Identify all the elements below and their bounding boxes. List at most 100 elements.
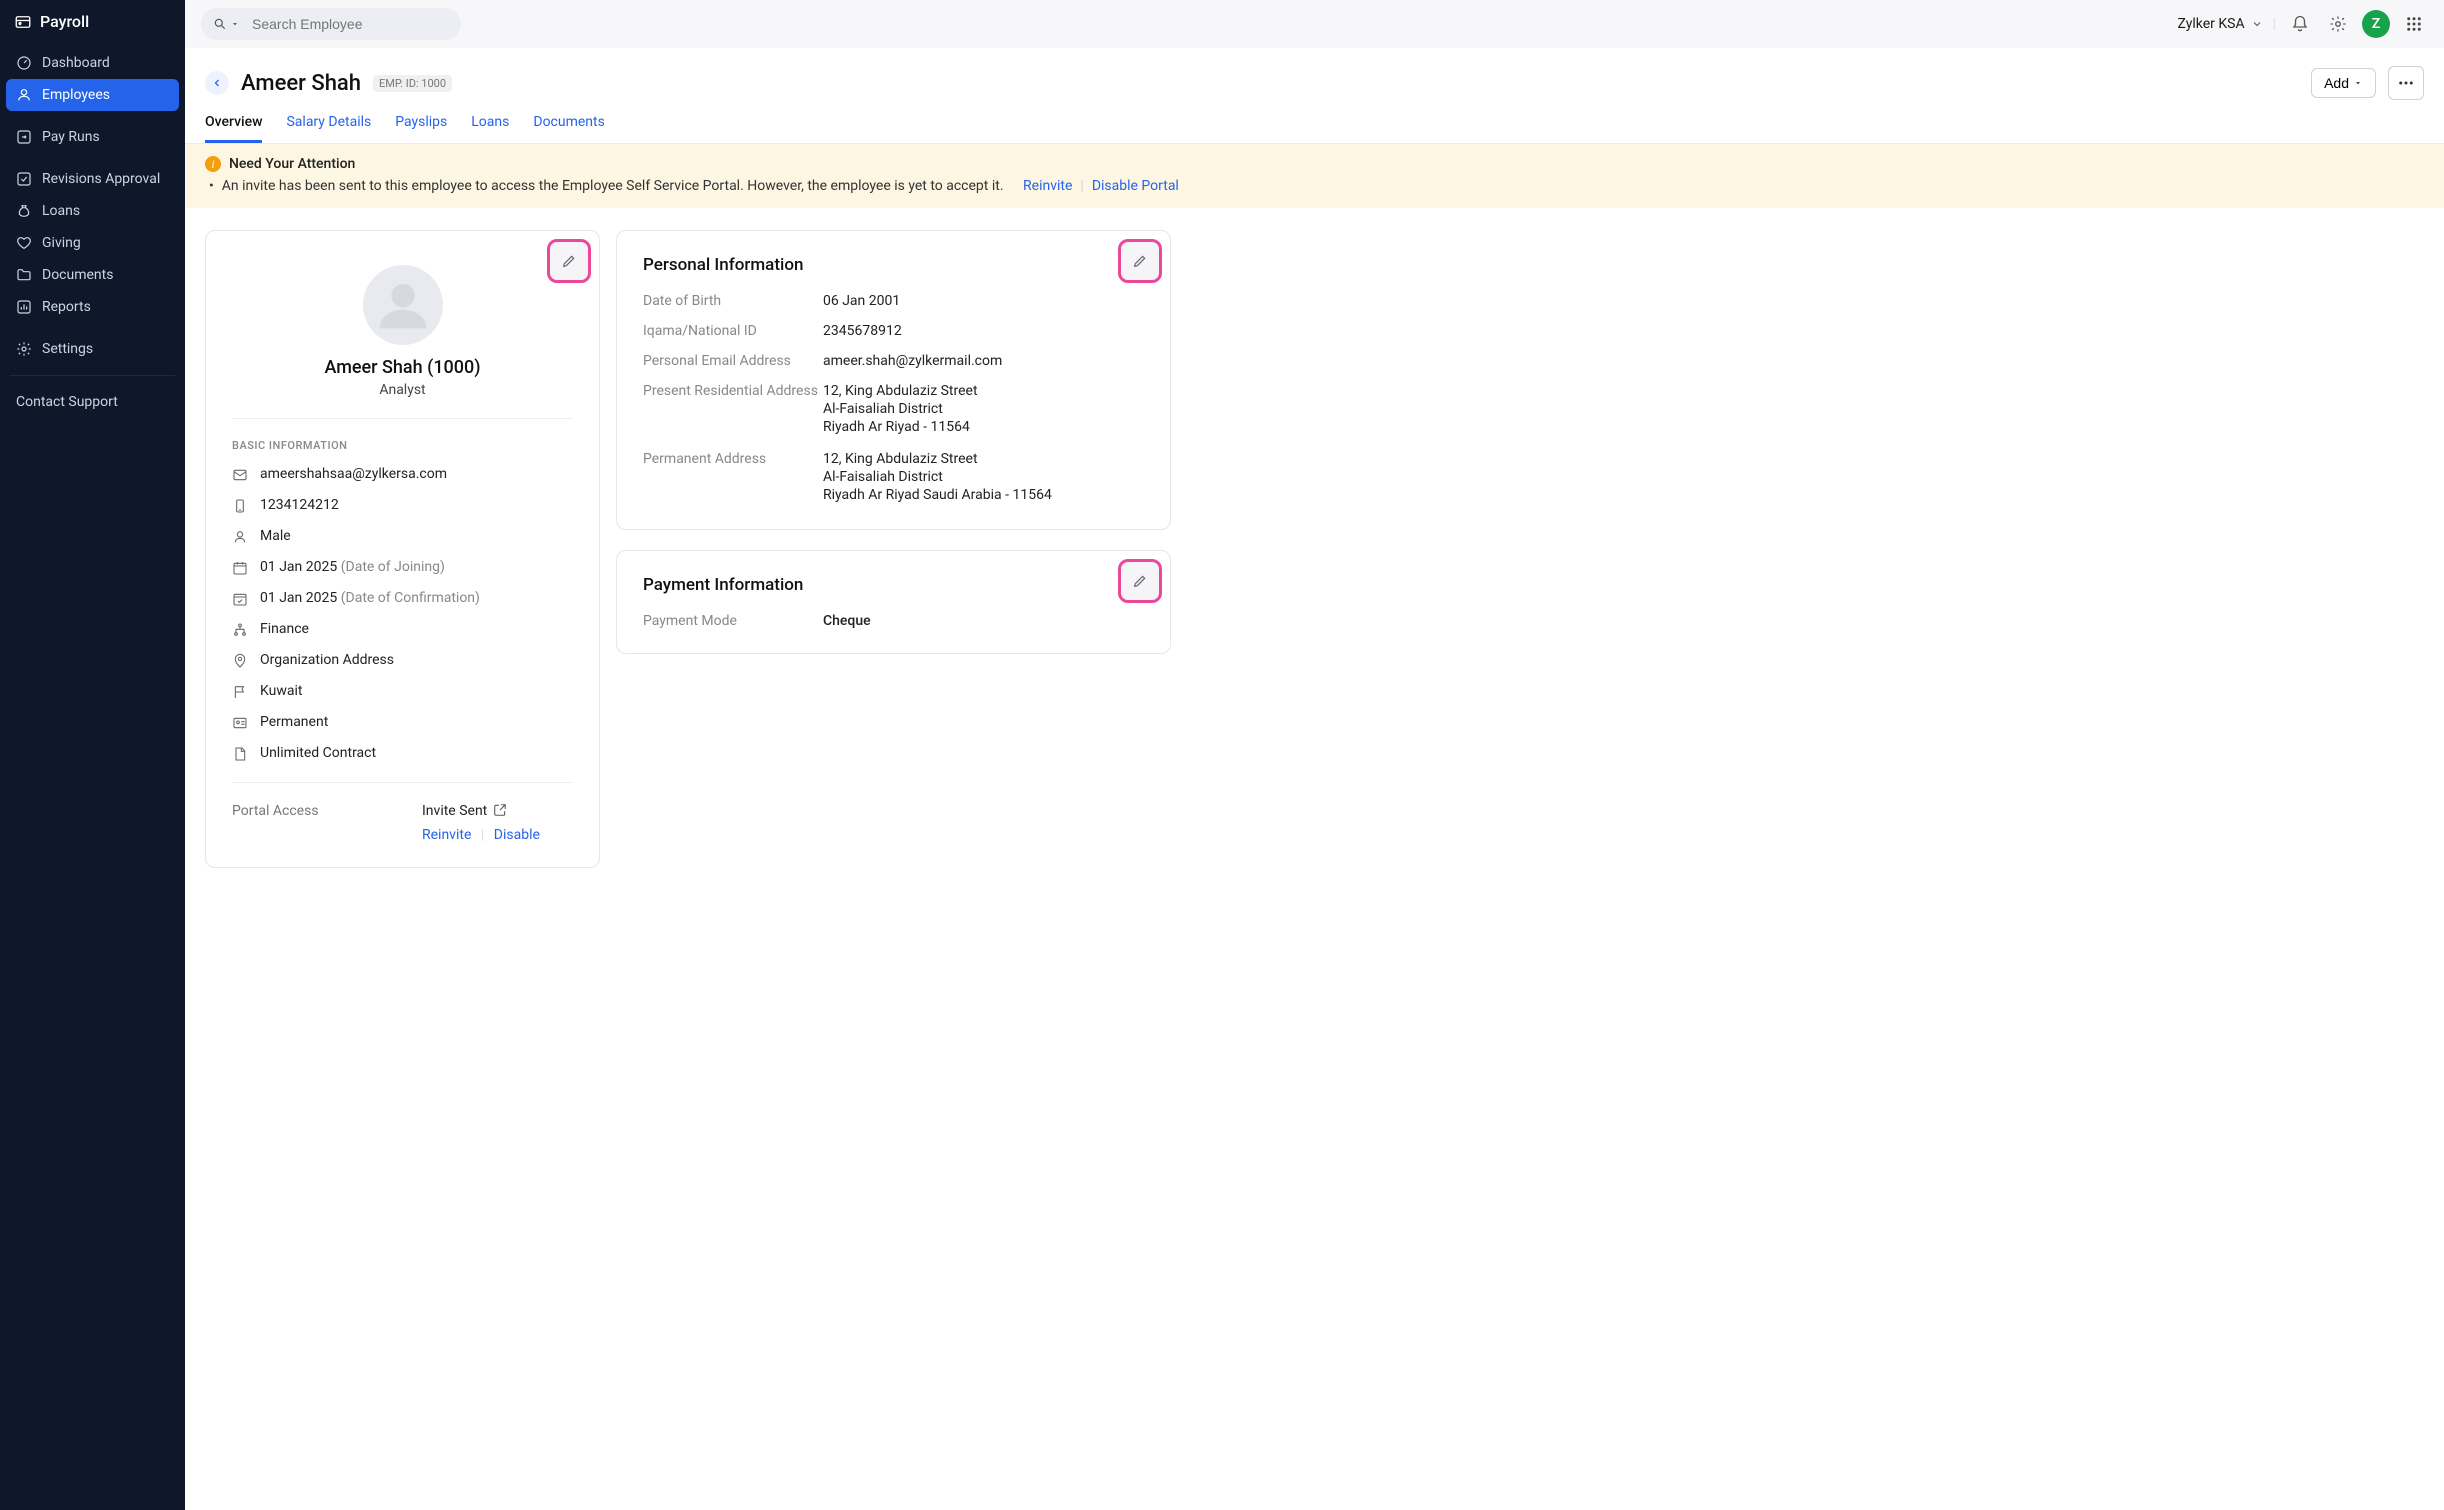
avatar[interactable]: Z — [2362, 10, 2390, 38]
tab-documents[interactable]: Documents — [533, 114, 604, 143]
tab-payslips[interactable]: Payslips — [395, 114, 447, 143]
notifications-button[interactable] — [2286, 10, 2314, 38]
addr-line: Riyadh Ar Riyad - 11564 — [823, 419, 978, 435]
natid-label: Iqama/National ID — [643, 323, 823, 339]
tab-overview[interactable]: Overview — [205, 114, 262, 143]
app-brand-label: Payroll — [40, 12, 89, 31]
pemail-label: Personal Email Address — [643, 353, 823, 369]
sidebar-item-payruns[interactable]: Pay Runs — [6, 121, 179, 153]
info-email: ameershahsaa@zylkersa.com — [232, 466, 573, 483]
emp-id-badge: EMP. ID: 1000 — [373, 75, 452, 92]
alert-divider: | — [1080, 178, 1083, 194]
info-icon: i — [205, 156, 221, 172]
portal-access-row: Portal Access Invite Sent Reinvite | Dis… — [232, 803, 573, 843]
main-area: Zylker KSA | Z Ameer Shah — [185, 0, 2444, 1510]
personal-info-card: Personal Information Date of Birth06 Jan… — [616, 230, 1171, 530]
page-title: Ameer Shah — [241, 71, 361, 96]
gauge-icon — [16, 55, 32, 71]
settings-button[interactable] — [2324, 10, 2352, 38]
grid-icon — [2405, 15, 2423, 33]
info-department: Finance — [232, 621, 573, 638]
portal-disable-link[interactable]: Disable — [494, 827, 540, 843]
search-input[interactable] — [246, 12, 455, 36]
portal-divider: | — [481, 827, 484, 843]
portal-status: Invite Sent — [422, 803, 487, 819]
info-value: 01 Jan 2025 — [260, 590, 337, 606]
chevron-down-icon — [230, 19, 240, 29]
send-icon — [493, 803, 507, 817]
user-silhouette-icon — [375, 277, 431, 333]
avatar-letter: Z — [2372, 16, 2380, 32]
chart-icon — [16, 299, 32, 315]
apps-button[interactable] — [2400, 10, 2428, 38]
pin-icon — [232, 653, 248, 669]
edit-payment-button[interactable] — [1120, 561, 1160, 601]
info-value: Unlimited Contract — [260, 745, 376, 761]
content: Ameer Shah EMP. ID: 1000 Add Overview Sa… — [185, 48, 2444, 1510]
edit-personal-button[interactable] — [1120, 241, 1160, 281]
attention-alert: i Need Your Attention • An invite has be… — [185, 144, 2444, 208]
user-icon — [16, 87, 32, 103]
chevron-down-icon — [2251, 18, 2263, 30]
gear-icon — [2329, 15, 2347, 33]
tab-label: Loans — [471, 114, 509, 130]
org-name: Zylker KSA — [2178, 16, 2245, 32]
heart-icon — [16, 235, 32, 251]
back-button[interactable] — [205, 71, 229, 95]
sidebar-item-settings[interactable]: Settings — [6, 333, 179, 365]
search-scope-button[interactable] — [207, 13, 246, 35]
natid-value: 2345678912 — [823, 323, 902, 339]
sidebar-item-dashboard[interactable]: Dashboard — [6, 47, 179, 79]
pencil-icon — [561, 253, 577, 269]
page-header: Ameer Shah EMP. ID: 1000 Add — [185, 48, 2444, 100]
tab-label: Salary Details — [286, 114, 371, 130]
info-gender: Male — [232, 528, 573, 545]
pencil-icon — [1132, 573, 1148, 589]
info-value: ameershahsaa@zylkersa.com — [260, 466, 447, 482]
sidebar-item-revisions[interactable]: Revisions Approval — [6, 163, 179, 195]
add-button-label: Add — [2324, 75, 2349, 91]
chevron-left-icon — [211, 77, 223, 89]
portal-reinvite-link[interactable]: Reinvite — [422, 827, 471, 843]
edit-profile-button[interactable] — [549, 241, 589, 281]
sidebar-item-giving[interactable]: Giving — [6, 227, 179, 259]
calendar-check-icon — [232, 591, 248, 607]
tab-salary-details[interactable]: Salary Details — [286, 114, 371, 143]
sidebar-item-label: Contact Support — [16, 394, 118, 410]
caret-down-icon — [2353, 78, 2363, 88]
more-button[interactable] — [2388, 66, 2424, 100]
dob-value: 06 Jan 2001 — [823, 293, 900, 309]
add-button[interactable]: Add — [2311, 68, 2376, 98]
sidebar-item-reports[interactable]: Reports — [6, 291, 179, 323]
tab-loans[interactable]: Loans — [471, 114, 509, 143]
info-location: Organization Address — [232, 652, 573, 669]
sidebar-item-label: Giving — [42, 235, 81, 251]
sidebar-item-support[interactable]: Contact Support — [6, 386, 179, 418]
nav: Dashboard Employees Pay Runs Revisions A… — [0, 41, 185, 424]
org-switcher[interactable]: Zylker KSA — [2178, 16, 2263, 32]
info-emptype: Permanent — [232, 714, 573, 731]
sidebar-item-loans[interactable]: Loans — [6, 195, 179, 227]
info-note: (Date of Confirmation) — [341, 590, 480, 606]
sidebar-item-employees[interactable]: Employees — [6, 79, 179, 111]
basic-info-label: BASIC INFORMATION — [232, 439, 573, 452]
alert-disable-link[interactable]: Disable Portal — [1092, 178, 1179, 194]
presaddr-label: Present Residential Address — [643, 383, 823, 437]
sidebar-item-label: Pay Runs — [42, 129, 100, 145]
sidebar-item-documents[interactable]: Documents — [6, 259, 179, 291]
user-icon — [232, 529, 248, 545]
sidebar-item-label: Dashboard — [42, 55, 110, 71]
moneybag-icon — [16, 203, 32, 219]
payroll-icon — [14, 13, 32, 31]
pencil-icon — [1132, 253, 1148, 269]
info-value: Organization Address — [260, 652, 394, 668]
tab-label: Payslips — [395, 114, 447, 130]
permaddr-value: 12, King Abdulaziz Street Al-Faisaliah D… — [823, 451, 1052, 505]
alert-reinvite-link[interactable]: Reinvite — [1023, 178, 1072, 194]
addr-line: 12, King Abdulaziz Street — [823, 451, 1052, 467]
addr-line: Al-Faisaliah District — [823, 469, 1052, 485]
info-contract: Unlimited Contract — [232, 745, 573, 762]
payment-info-card: Payment Information Payment ModeCheque — [616, 550, 1171, 654]
topbar: Zylker KSA | Z — [185, 0, 2444, 48]
payment-info-title: Payment Information — [643, 575, 1144, 595]
